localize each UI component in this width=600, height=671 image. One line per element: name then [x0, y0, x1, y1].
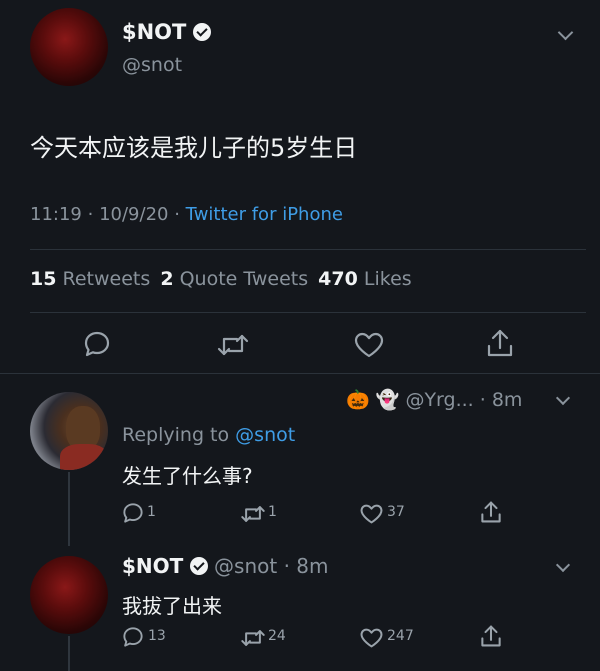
avatar[interactable] [30, 8, 108, 86]
like-icon[interactable] [354, 332, 384, 358]
reply-author-row[interactable]: 🎃 👻 @Yrg... · 8m [346, 388, 522, 411]
share-icon[interactable] [480, 500, 502, 524]
avatar-shirt [60, 444, 108, 470]
reply-time: · 8m [479, 389, 523, 411]
retweet-icon[interactable] [240, 628, 266, 648]
replying-to-handle[interactable]: @snot [235, 424, 295, 446]
pumpkin-emoji: 🎃 [346, 389, 370, 411]
meta-separator: · [87, 204, 94, 225]
quotes-label: Quote Tweets [179, 268, 309, 290]
retweet-count: 24 [268, 628, 286, 644]
quotes-stat[interactable]: 2 Quote Tweets [160, 268, 314, 290]
chevron-down-icon[interactable] [555, 557, 571, 573]
replying-to-label: Replying to [122, 424, 230, 446]
avatar[interactable] [30, 556, 108, 634]
chevron-down-icon[interactable] [555, 390, 571, 406]
tweet-stats: 15 Retweets 2 Quote Tweets 470 Likes [30, 268, 412, 290]
reply-icon[interactable] [122, 502, 144, 524]
replying-to: Replying to @snot [122, 424, 295, 446]
reply-text: 发生了什么事? [122, 464, 253, 488]
tweet-text: 今天本应该是我儿子的5岁生日 [30, 134, 358, 162]
reply-text: 我拔了出来 [122, 594, 222, 618]
divider [30, 249, 586, 250]
tweet-source-link[interactable]: Twitter for iPhone [186, 204, 343, 225]
likes-stat[interactable]: 470 Likes [318, 268, 412, 290]
display-name[interactable]: $NOT [122, 554, 183, 578]
like-count: 37 [387, 504, 405, 520]
reply-author-row[interactable]: $NOT @snot · 8m [122, 554, 329, 578]
reply-icon[interactable] [122, 626, 144, 648]
tweet-meta: 11:19 · 10/9/20 · Twitter for iPhone [30, 204, 343, 225]
like-icon[interactable] [360, 504, 383, 524]
like-icon[interactable] [360, 628, 383, 648]
retweets-count: 15 [30, 268, 57, 290]
ghost-emoji: 👻 [375, 389, 400, 411]
avatar[interactable] [30, 392, 108, 470]
retweets-label: Retweets [62, 268, 151, 290]
divider [30, 312, 586, 313]
thread-line [68, 636, 70, 671]
author-handle[interactable]: @snot [122, 54, 182, 76]
tweet-time: 11:19 [30, 204, 82, 225]
reply-handle[interactable]: @snot [214, 554, 277, 578]
retweet-icon[interactable] [240, 504, 266, 524]
reply-count: 1 [147, 504, 156, 520]
reply-icon[interactable] [83, 330, 111, 358]
divider [0, 373, 600, 374]
chevron-down-icon[interactable] [557, 24, 574, 41]
reply-handle[interactable]: @Yrg... [405, 389, 473, 411]
retweets-stat[interactable]: 15 Retweets [30, 268, 156, 290]
quotes-count: 2 [160, 268, 174, 290]
tweet-date: 10/9/20 [99, 204, 169, 225]
verified-badge-icon [189, 557, 208, 575]
reply-count: 13 [148, 628, 166, 644]
likes-label: Likes [363, 268, 412, 290]
author-name-row[interactable]: $NOT [122, 20, 212, 44]
retweet-count: 1 [268, 504, 277, 520]
meta-separator: · [174, 204, 180, 225]
display-name[interactable]: $NOT [122, 20, 186, 44]
share-icon[interactable] [480, 624, 502, 648]
like-count: 247 [387, 628, 414, 644]
share-icon[interactable] [486, 328, 514, 358]
reply-time: · 8m [283, 554, 329, 578]
likes-count: 470 [318, 268, 358, 290]
thread-line [68, 472, 70, 546]
retweet-icon[interactable] [216, 332, 250, 358]
verified-badge-icon [193, 23, 212, 41]
